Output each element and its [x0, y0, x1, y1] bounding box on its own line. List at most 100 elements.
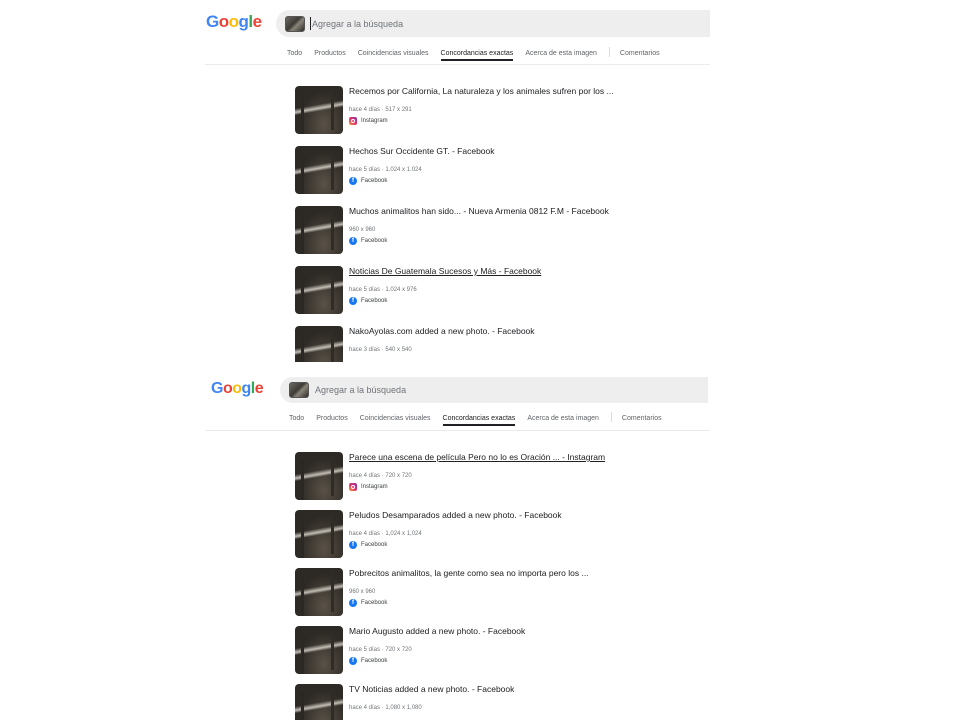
result-meta: hace 5 días · 1.024 x 1.024 — [349, 167, 422, 173]
result-meta: hace 4 días · 720 x 720 — [349, 473, 412, 479]
search-input[interactable]: Agregar a la búsqueda — [312, 19, 403, 29]
result-item[interactable]: Mario Augusto added a new photo. - Faceb… — [295, 626, 735, 678]
search-bar[interactable]: Agregar a la búsqueda — [280, 377, 708, 403]
result-source[interactable]: f Facebook — [349, 541, 387, 549]
query-image-thumbnail[interactable] — [289, 382, 309, 398]
result-title[interactable]: Hechos Sur Occidente GT. - Facebook — [349, 146, 495, 156]
result-item[interactable]: Peludos Desamparados added a new photo. … — [295, 510, 735, 562]
tab-concordancias-exactas[interactable]: Concordancias exactas — [442, 415, 516, 426]
source-label: Facebook — [361, 542, 388, 548]
result-title[interactable]: Pobrecitos animalitos, la gente como sea… — [349, 568, 589, 578]
result-thumbnail[interactable] — [295, 326, 343, 362]
result-source[interactable]: f Facebook — [349, 297, 387, 305]
logo-letter: g — [238, 12, 249, 31]
result-meta: hace 3 días · 540 x 540 — [349, 347, 412, 353]
search-bar[interactable]: Agregar a la búsqueda — [276, 10, 710, 37]
result-thumbnail[interactable] — [295, 266, 343, 314]
source-label: Facebook — [361, 298, 388, 304]
facebook-icon: f — [349, 599, 357, 607]
source-label: Facebook — [361, 178, 388, 184]
tab-todo[interactable]: Todo — [287, 50, 302, 61]
result-meta: hace 5 días · 1.024 x 976 — [349, 287, 417, 293]
result-title[interactable]: Recemos por California, La naturaleza y … — [349, 86, 614, 96]
result-source[interactable]: f Facebook — [349, 599, 387, 607]
result-item[interactable]: NakoAyolas.com added a new photo. - Face… — [295, 326, 735, 362]
result-source[interactable]: f Facebook — [349, 177, 387, 185]
text-caret — [310, 17, 311, 30]
result-title[interactable]: Parece una escena de película Pero no lo… — [349, 452, 605, 462]
tab-comentarios[interactable]: Comentarios — [620, 50, 660, 61]
result-title[interactable]: TV Noticias added a new photo. - Faceboo… — [349, 684, 514, 694]
result-thumbnail[interactable] — [295, 626, 343, 674]
tab-comentarios[interactable]: Comentarios — [622, 415, 662, 426]
source-label: Instagram — [361, 484, 388, 490]
instagram-icon — [349, 117, 357, 125]
tab-concordancias-exactas[interactable]: Concordancias exactas — [440, 50, 514, 61]
logo-letter: o — [232, 380, 242, 397]
result-item[interactable]: Noticias De Guatemala Sucesos y Más - Fa… — [295, 266, 735, 318]
result-thumbnail[interactable] — [295, 206, 343, 254]
result-thumbnail[interactable] — [295, 146, 343, 194]
result-item[interactable]: TV Noticias added a new photo. - Faceboo… — [295, 684, 735, 720]
header-divider — [205, 64, 710, 65]
tab-bar: Todo Productos Coincidencias visuales Co… — [287, 44, 672, 61]
result-thumbnail[interactable] — [295, 452, 343, 500]
logo-letter: o — [218, 12, 229, 31]
search-input[interactable]: Agregar a la búsqueda — [315, 385, 406, 395]
facebook-icon: f — [349, 541, 357, 549]
result-title[interactable]: NakoAyolas.com added a new photo. - Face… — [349, 326, 535, 336]
tab-productos[interactable]: Productos — [314, 50, 346, 61]
google-logo[interactable]: Google — [206, 12, 262, 32]
result-item[interactable]: Pobrecitos animalitos, la gente como sea… — [295, 568, 735, 620]
result-item[interactable]: Parece una escena de película Pero no lo… — [295, 452, 735, 504]
logo-letter: o — [222, 380, 233, 397]
result-title[interactable]: Noticias De Guatemala Sucesos y Más - Fa… — [349, 266, 541, 276]
source-label: Instagram — [361, 118, 388, 124]
source-label: Facebook — [361, 238, 388, 244]
facebook-icon: f — [349, 297, 357, 305]
facebook-icon: f — [349, 177, 357, 185]
logo-letter: e — [254, 380, 264, 397]
result-meta: 960 x 960 — [349, 589, 376, 595]
google-logo[interactable]: Google — [211, 380, 264, 398]
logo-letter: G — [206, 12, 219, 31]
result-thumbnail[interactable] — [295, 684, 343, 720]
tab-coincidencias-visuales[interactable]: Coincidencias visuales — [360, 415, 431, 426]
result-thumbnail[interactable] — [295, 86, 343, 134]
query-image-thumbnail[interactable] — [285, 15, 305, 32]
tab-productos[interactable]: Productos — [316, 415, 348, 426]
result-item[interactable]: Hechos Sur Occidente GT. - Facebook hace… — [295, 146, 735, 198]
result-meta: hace 4 días · 1,024 x 1,024 — [349, 531, 422, 537]
tab-todo[interactable]: Todo — [289, 415, 304, 426]
result-source[interactable]: f Facebook — [349, 657, 387, 665]
result-source[interactable]: Instagram — [349, 483, 388, 491]
result-meta: hace 5 días · 720 x 720 — [349, 647, 412, 653]
screenshot-bottom-panel: Google Agregar a la búsqueda Todo Produc… — [0, 362, 960, 720]
logo-letter: g — [241, 380, 252, 397]
result-meta: hace 4 días · 1,080 x 1,080 — [349, 705, 422, 711]
result-source[interactable]: Instagram — [349, 117, 388, 125]
logo-letter: e — [252, 12, 262, 31]
screenshot-top-panel: Google Agregar a la búsqueda Todo Produc… — [0, 0, 960, 362]
result-title[interactable]: Mario Augusto added a new photo. - Faceb… — [349, 626, 525, 636]
instagram-icon — [349, 483, 357, 491]
header-divider — [205, 430, 710, 431]
tab-separator — [610, 412, 612, 422]
result-title[interactable]: Peludos Desamparados added a new photo. … — [349, 510, 562, 520]
tab-acerca-de-esta-imagen[interactable]: Acerca de esta imagen — [527, 415, 599, 426]
result-item[interactable]: Recemos por California, La naturaleza y … — [295, 86, 735, 138]
logo-letter: o — [228, 12, 239, 31]
source-label: Facebook — [361, 658, 388, 664]
result-meta: hace 4 días · 517 x 291 — [349, 107, 412, 113]
tab-acerca-de-esta-imagen[interactable]: Acerca de esta imagen — [525, 50, 597, 61]
facebook-icon: f — [349, 237, 357, 245]
result-thumbnail[interactable] — [295, 510, 343, 558]
source-label: Facebook — [361, 600, 388, 606]
result-thumbnail[interactable] — [295, 568, 343, 616]
result-item[interactable]: Muchos animalitos han sido... - Nueva Ar… — [295, 206, 735, 258]
tab-coincidencias-visuales[interactable]: Coincidencias visuales — [358, 50, 429, 61]
result-title[interactable]: Muchos animalitos han sido... - Nueva Ar… — [349, 206, 609, 216]
facebook-icon: f — [349, 657, 357, 665]
logo-letter: G — [211, 380, 223, 397]
result-source[interactable]: f Facebook — [349, 237, 387, 245]
